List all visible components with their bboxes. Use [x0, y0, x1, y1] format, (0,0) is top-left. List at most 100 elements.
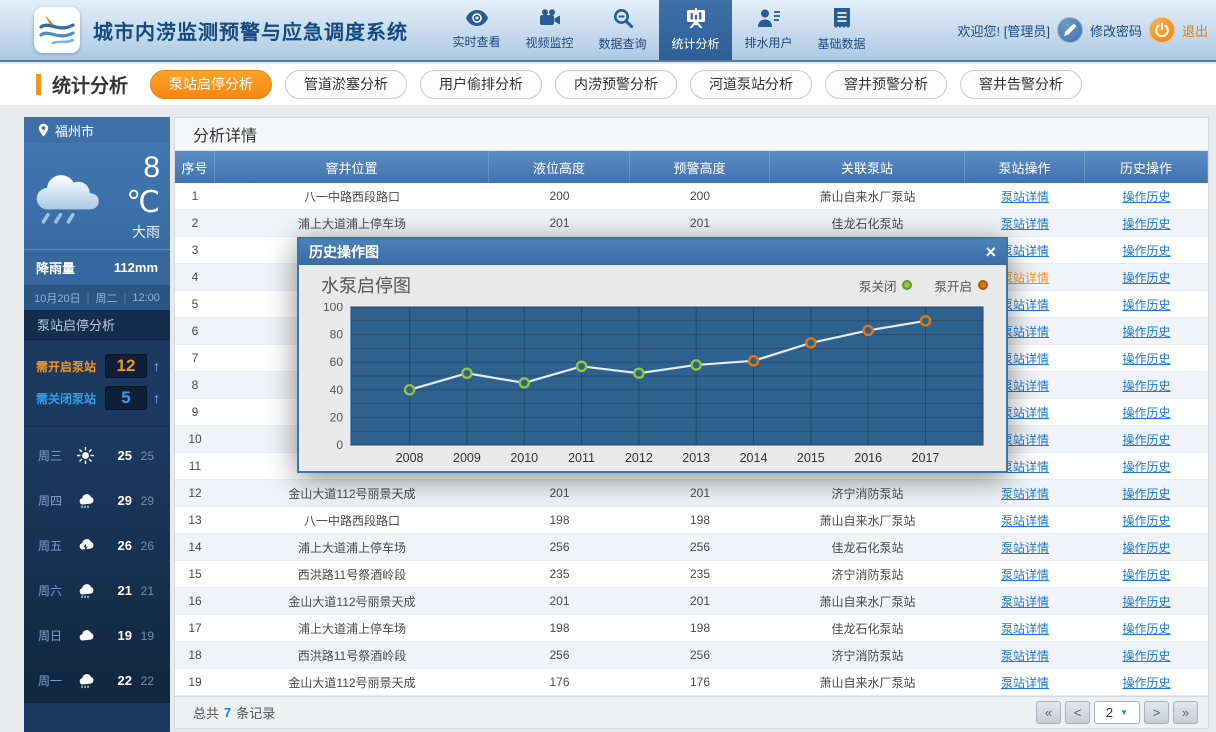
- first-page-button[interactable]: «: [1036, 701, 1061, 724]
- cell-location: 金山大道112号丽景天成: [215, 588, 489, 614]
- forecast-row: 周五2626: [24, 523, 170, 568]
- operation-history-link[interactable]: 操作历史: [1122, 188, 1170, 205]
- pagination: « < 2 ▼ > »: [1036, 701, 1198, 724]
- pump-detail-link[interactable]: 泵站详情: [1001, 215, 1049, 232]
- pump-detail-link[interactable]: 泵站详情: [1001, 620, 1049, 637]
- analysis-tab-5[interactable]: 窨井预警分析: [825, 70, 947, 99]
- pump-detail-link[interactable]: 泵站详情: [1001, 458, 1049, 475]
- cell-warn-level: 256: [630, 534, 770, 560]
- user-icon: [758, 9, 780, 30]
- cell-level: 176: [489, 669, 630, 695]
- nav-item-chart[interactable]: 统计分析: [659, 0, 732, 60]
- analysis-tab-3[interactable]: 内涝预警分析: [555, 70, 677, 99]
- analysis-tab-2[interactable]: 用户偷排分析: [420, 70, 542, 99]
- pump-detail-link[interactable]: 泵站详情: [1001, 323, 1049, 340]
- table-row: 16金山大道112号丽景天成201201萧山自来水厂泵站泵站详情操作历史: [175, 588, 1208, 615]
- svg-text:2012: 2012: [625, 451, 653, 465]
- table-row: 14浦上大道浦上停车场256256佳龙石化泵站泵站详情操作历史: [175, 534, 1208, 561]
- operation-history-link[interactable]: 操作历史: [1122, 647, 1170, 664]
- logout-link[interactable]: 退出: [1182, 21, 1208, 40]
- operation-history-link[interactable]: 操作历史: [1122, 593, 1170, 610]
- next-page-button[interactable]: >: [1144, 701, 1169, 724]
- search-icon: [613, 8, 633, 31]
- last-page-button[interactable]: »: [1173, 701, 1198, 724]
- pump-detail-link[interactable]: 泵站详情: [1001, 188, 1049, 205]
- operation-history-link[interactable]: 操作历史: [1122, 458, 1170, 475]
- analysis-tab-4[interactable]: 河道泵站分析: [690, 70, 812, 99]
- stat-value: 5: [105, 386, 147, 410]
- pump-detail-link[interactable]: 泵站详情: [1001, 566, 1049, 583]
- operation-history-link[interactable]: 操作历史: [1122, 269, 1170, 286]
- modal-title-bar[interactable]: 历史操作图 ×: [299, 239, 1006, 265]
- up-arrow-icon: ↑: [153, 358, 160, 374]
- operation-history-link[interactable]: 操作历史: [1122, 431, 1170, 448]
- edit-password-icon[interactable]: [1057, 17, 1083, 43]
- prev-page-button[interactable]: <: [1065, 701, 1090, 724]
- user-area: 欢迎您! [管理员] 修改密码 退出: [958, 17, 1208, 43]
- table-row: 13八一中路西段路口198198萧山自来水厂泵站泵站详情操作历史: [175, 507, 1208, 534]
- operation-history-link[interactable]: 操作历史: [1122, 377, 1170, 394]
- section-title: 统计分析: [36, 71, 128, 98]
- cell-location: 浦上大道浦上停车场: [215, 534, 489, 560]
- pump-detail-link[interactable]: 泵站详情: [1001, 593, 1049, 610]
- current-page: 2: [1106, 705, 1113, 720]
- forecast-high: 29: [118, 493, 132, 508]
- svg-text:2017: 2017: [912, 451, 940, 465]
- cell-warn-level: 201: [630, 480, 770, 506]
- operation-history-link[interactable]: 操作历史: [1122, 350, 1170, 367]
- nav-item-eye[interactable]: 实时查看: [440, 0, 513, 60]
- pump-detail-link[interactable]: 泵站详情: [1001, 539, 1049, 556]
- table-footer: 总共 7 条记录 « < 2 ▼ > »: [175, 696, 1208, 728]
- rain-icon: [74, 493, 96, 509]
- nav-item-search[interactable]: 数据查询: [586, 0, 659, 60]
- pump-detail-link[interactable]: 泵站详情: [1001, 512, 1049, 529]
- analysis-tab-1[interactable]: 管道淤塞分析: [285, 70, 407, 99]
- forecast-row: 周六2121: [24, 568, 170, 613]
- nav-item-data[interactable]: 基础数据: [805, 0, 878, 60]
- current-weather: 8 ℃ 大雨: [24, 143, 170, 249]
- nav-item-video[interactable]: 视频监控: [513, 0, 586, 60]
- svg-text:2014: 2014: [740, 451, 768, 465]
- analysis-tabs: 泵站启停分析管道淤塞分析用户偷排分析内涝预警分析河道泵站分析窨井预警分析窨井告警…: [150, 70, 1082, 99]
- pump-detail-link[interactable]: 泵站详情: [1001, 350, 1049, 367]
- cell-location: 浦上大道浦上停车场: [215, 210, 489, 236]
- operation-history-link[interactable]: 操作历史: [1122, 539, 1170, 556]
- nav-item-label: 统计分析: [671, 35, 719, 52]
- pump-detail-link[interactable]: 泵站详情: [1001, 674, 1049, 691]
- pump-detail-link[interactable]: 泵站详情: [1001, 377, 1049, 394]
- pump-detail-link[interactable]: 泵站详情: [1001, 485, 1049, 502]
- cell-no: 2: [175, 210, 215, 236]
- svg-text:2011: 2011: [568, 451, 595, 465]
- logout-icon[interactable]: [1149, 17, 1175, 43]
- column-header: 关联泵站: [770, 151, 965, 183]
- page-select[interactable]: 2 ▼: [1094, 701, 1140, 724]
- operation-history-link[interactable]: 操作历史: [1122, 674, 1170, 691]
- operation-history-link[interactable]: 操作历史: [1122, 296, 1170, 313]
- svg-text:2013: 2013: [682, 451, 710, 465]
- pump-detail-link[interactable]: 泵站详情: [1001, 296, 1049, 313]
- operation-history-link[interactable]: 操作历史: [1122, 323, 1170, 340]
- pump-detail-link[interactable]: 泵站详情: [1001, 269, 1049, 286]
- pump-detail-link[interactable]: 泵站详情: [1001, 242, 1049, 259]
- operation-history-link[interactable]: 操作历史: [1122, 620, 1170, 637]
- close-icon[interactable]: ×: [985, 243, 996, 261]
- cell-station: 萧山自来水厂泵站: [770, 669, 965, 695]
- operation-history-link[interactable]: 操作历史: [1122, 215, 1170, 232]
- operation-history-link[interactable]: 操作历史: [1122, 485, 1170, 502]
- sidebar-panel-title: 泵站启停分析: [24, 310, 170, 340]
- cell-warn-level: 200: [630, 183, 770, 209]
- svg-text:80: 80: [330, 328, 344, 342]
- operation-history-link[interactable]: 操作历史: [1122, 404, 1170, 421]
- pump-detail-link[interactable]: 泵站详情: [1001, 431, 1049, 448]
- operation-history-link[interactable]: 操作历史: [1122, 512, 1170, 529]
- forecast-day: 周三: [38, 447, 74, 464]
- change-password-link[interactable]: 修改密码: [1090, 21, 1142, 40]
- operation-history-link[interactable]: 操作历史: [1122, 242, 1170, 259]
- nav-item-user[interactable]: 排水用户: [732, 0, 805, 60]
- svg-text:2009: 2009: [453, 451, 481, 465]
- pump-detail-link[interactable]: 泵站详情: [1001, 404, 1049, 421]
- analysis-tab-0[interactable]: 泵站启停分析: [150, 70, 272, 99]
- operation-history-link[interactable]: 操作历史: [1122, 566, 1170, 583]
- pump-detail-link[interactable]: 泵站详情: [1001, 647, 1049, 664]
- analysis-tab-6[interactable]: 窨井告警分析: [960, 70, 1082, 99]
